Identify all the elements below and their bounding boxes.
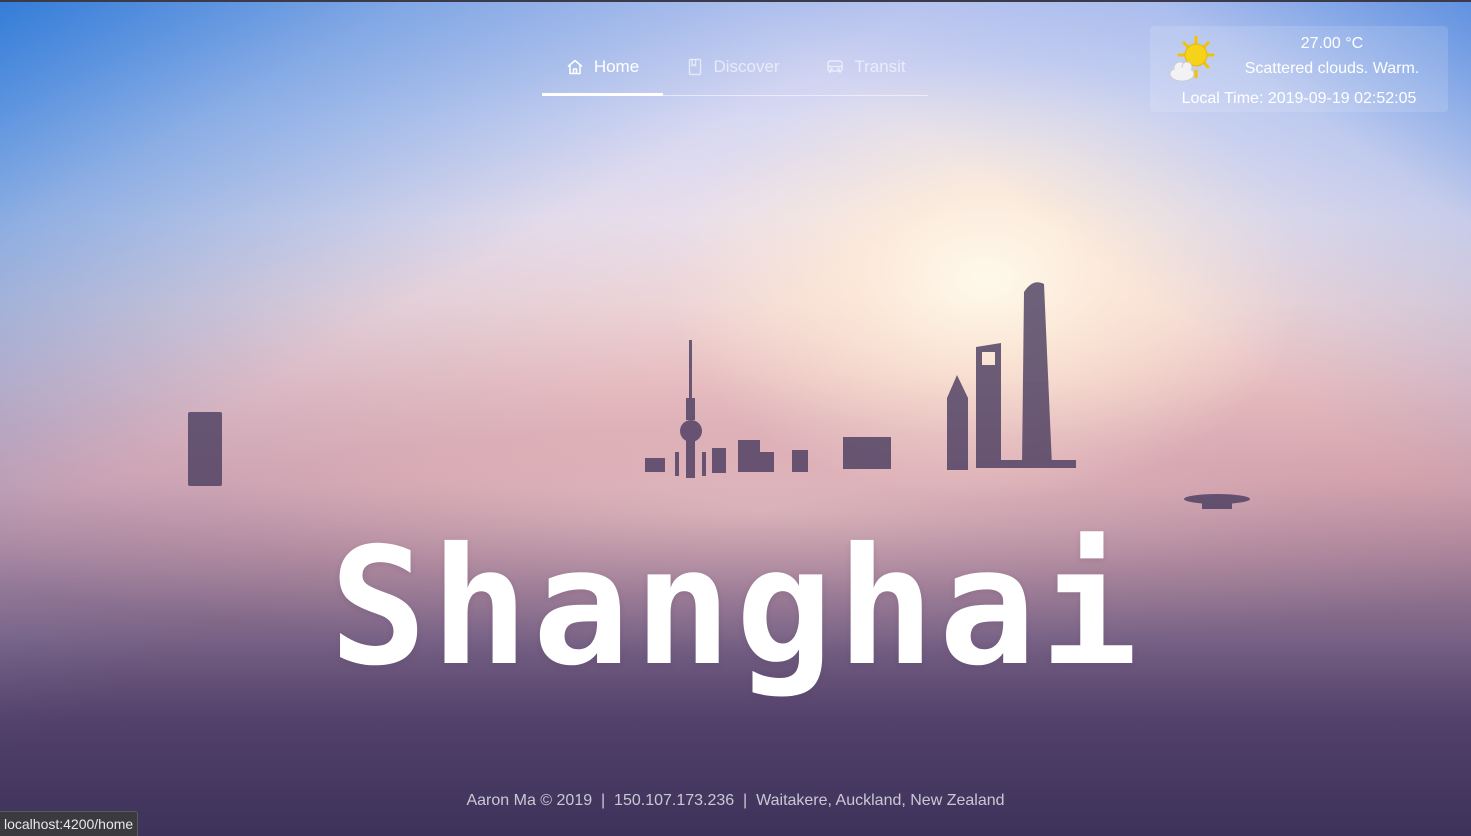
footer-info: Aaron Ma © 2019 | 150.107.173.236 | Wait… [466, 792, 1005, 809]
tab-transit-label: Transit [854, 57, 906, 76]
bus-icon [826, 59, 844, 75]
weather-description: Scattered clouds. Warm. [1244, 60, 1420, 77]
bookmark-icon [687, 58, 703, 76]
weather-temperature: 27.00 °C [1300, 35, 1364, 52]
city-title: Shanghai [329, 514, 1142, 702]
home-icon [566, 58, 584, 76]
window-top-border [0, 0, 1471, 2]
tab-home[interactable]: Home [542, 40, 663, 96]
tab-home-label: Home [593, 57, 640, 76]
hero-background [0, 0, 1471, 836]
tab-transit[interactable]: Transit [804, 40, 928, 94]
partly-cloudy-icon [1168, 34, 1218, 82]
weather-widget: 27.00 °C Scattered clouds. Warm. Local T… [1150, 26, 1448, 112]
local-time: Local Time: 2019-09-19 02:52:05 [1181, 90, 1417, 107]
status-bar-url: localhost:4200/home [0, 811, 139, 836]
tab-discover[interactable]: Discover [663, 40, 804, 94]
main-nav: Home Discover Transit [542, 40, 928, 96]
tab-discover-label: Discover [713, 57, 780, 76]
